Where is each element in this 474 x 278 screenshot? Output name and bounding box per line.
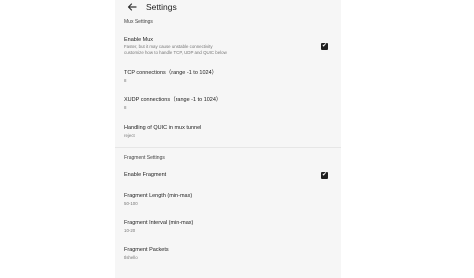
section-divider — [115, 147, 341, 148]
pref-title: Handling of QUIC in mux tunnel — [124, 125, 202, 131]
pref-fragment-length[interactable]: Fragment Length (min-max) 50-100 — [115, 189, 341, 211]
enable-fragment-checkbox[interactable]: ✔ — [321, 172, 328, 179]
pref-summary: reject — [124, 132, 135, 138]
app-bar: Settings — [115, 0, 341, 14]
pref-title: TCP connections（range -1 to 1024） — [124, 70, 218, 76]
enable-mux-checkbox[interactable]: ✔ — [321, 43, 328, 50]
page-title: Settings — [146, 2, 177, 12]
pref-fragment-interval[interactable]: Fragment Interval (min-max) 10-20 — [115, 216, 341, 238]
pref-tcp-connections[interactable]: TCP connections（range -1 to 1024） 8 — [115, 66, 341, 88]
section-header-mux: Mux Settings — [124, 19, 153, 25]
pref-summary: 10-20 — [124, 227, 136, 233]
section-header-fragment: Fragment Settings — [124, 155, 165, 161]
pref-summary: 8 — [124, 77, 127, 83]
pref-quic-handling[interactable]: Handling of QUIC in mux tunnel reject — [115, 121, 341, 143]
arrow-left-icon[interactable] — [126, 1, 138, 13]
pref-summary: 8 — [124, 104, 127, 110]
pref-xudp-connections[interactable]: XUDP connections（range -1 to 1024） 8 — [115, 93, 341, 115]
pref-enable-fragment[interactable]: Enable Fragment ✔ — [115, 168, 341, 184]
pref-summary: tlshello — [124, 254, 138, 260]
settings-screen: Settings Mux Settings Enable Mux Faster,… — [115, 0, 341, 278]
pref-title: Fragment Packets — [124, 247, 169, 253]
pref-title: Enable Mux — [124, 37, 154, 43]
pref-summary: customize how to handle TCP, UDP and QUI… — [124, 49, 227, 55]
pref-title: XUDP connections（range -1 to 1024） — [124, 97, 222, 103]
pref-title: Fragment Interval (min-max) — [124, 220, 194, 226]
pref-fragment-packets[interactable]: Fragment Packets tlshello — [115, 243, 341, 265]
pref-title: Enable Fragment — [124, 172, 167, 178]
pref-summary: 50-100 — [124, 200, 138, 206]
pref-title: Fragment Length (min-max) — [124, 193, 193, 199]
pref-enable-mux[interactable]: Enable Mux Faster, but it may cause unst… — [115, 34, 341, 62]
